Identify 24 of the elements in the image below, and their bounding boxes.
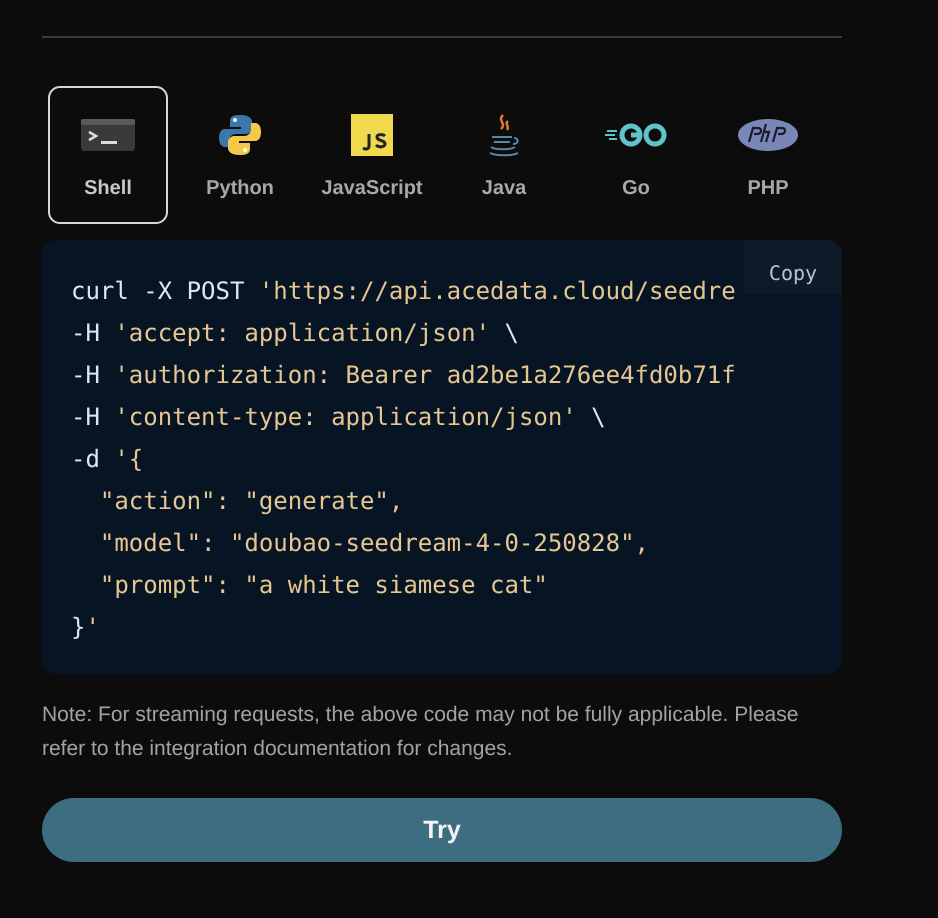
- code-line: }': [71, 612, 100, 643]
- language-tab[interactable]: PHP: [708, 86, 828, 224]
- code-line: curl -X POST 'https://api.acedata.cloud/seedre: [71, 276, 736, 307]
- language-tab[interactable]: JavaScript: [312, 86, 432, 224]
- language-tab[interactable]: Go: [576, 86, 696, 224]
- code-line: "action": "generate",: [98, 486, 404, 517]
- code-line: -H 'authorization: Bearer ad2be1a276ee4fd0b71f: [71, 360, 736, 391]
- php-logo-icon: [737, 118, 799, 152]
- code-line: -H 'content-type: application/json' \: [71, 402, 606, 433]
- try-button[interactable]: Try: [42, 798, 842, 862]
- js-icon: [351, 114, 393, 156]
- go-logo-icon: [605, 122, 667, 148]
- language-tab[interactable]: Python: [180, 86, 300, 224]
- language-tab[interactable]: Shell: [48, 86, 168, 224]
- language-tab[interactable]: Java: [444, 86, 564, 224]
- coffee-cup-icon: [487, 112, 521, 156]
- code-line: "model": "doubao-seedream-4-0-250828",: [98, 528, 649, 559]
- copy-button[interactable]: Copy: [744, 240, 842, 294]
- python-icon: [218, 112, 262, 156]
- code-line: -H 'accept: application/json' \: [71, 318, 519, 349]
- code-line: "prompt": "a white siamese cat": [98, 570, 548, 601]
- code-line: -d '{: [71, 444, 144, 475]
- note-text: Note: For streaming requests, the above code may not be fully applicable. Please refer to the integration documentation for changes.: [42, 702, 800, 762]
- terminal-icon: [81, 118, 135, 150]
